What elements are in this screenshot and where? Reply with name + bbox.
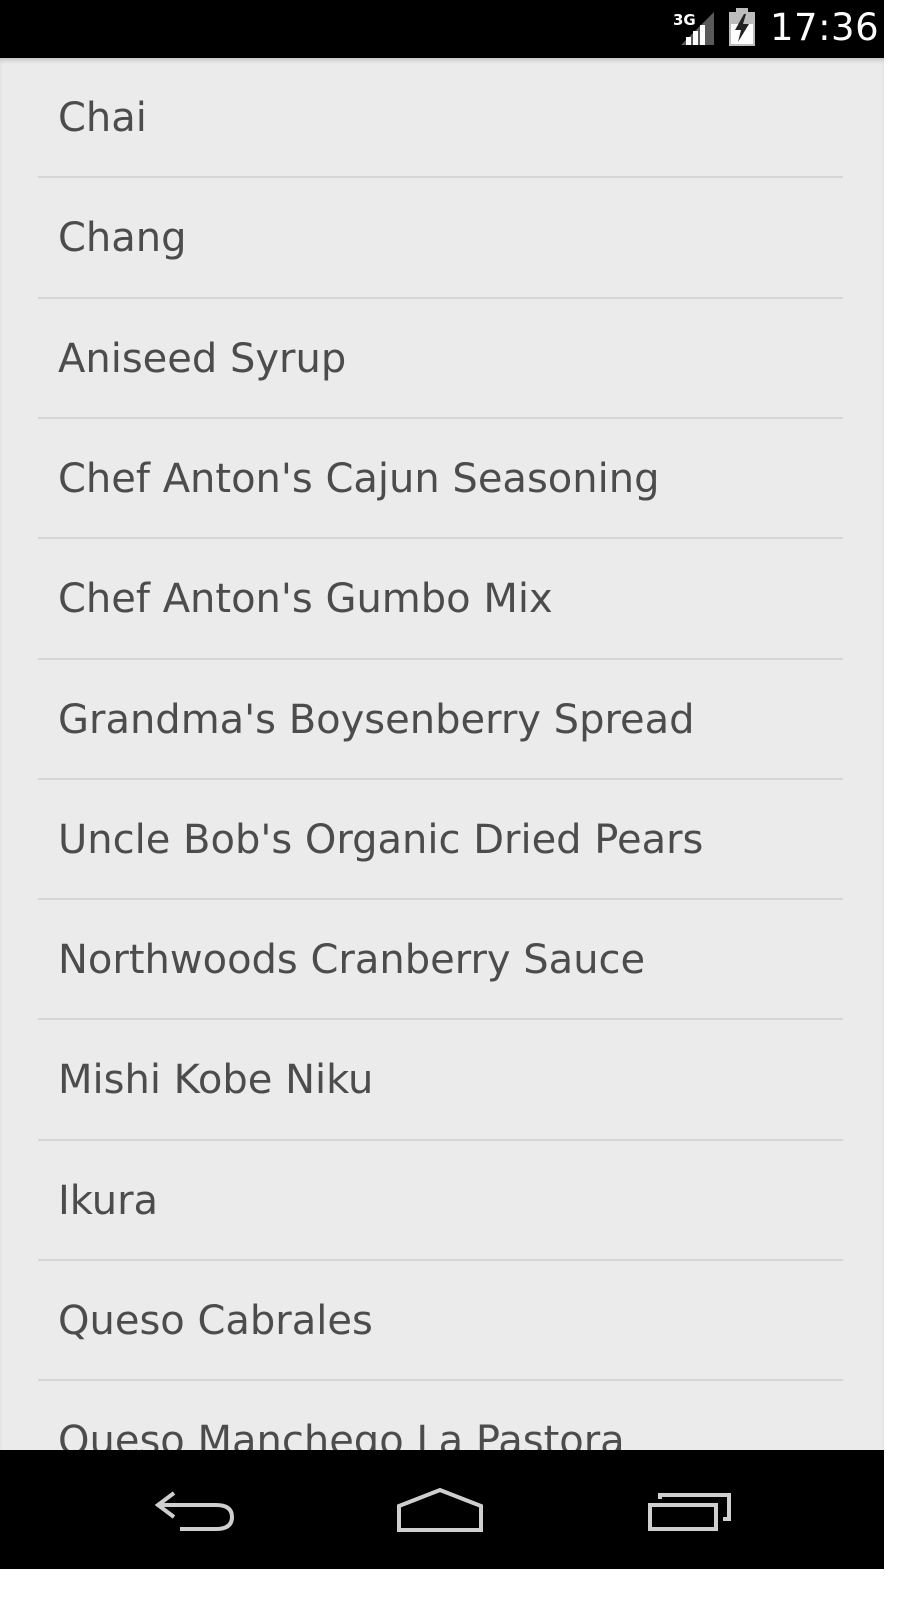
status-bar: 3G 17:36	[0, 0, 884, 58]
list-item-label: Chang	[58, 215, 187, 262]
navigation-bar	[0, 1450, 884, 1569]
list-item-label: Queso Manchego La Pastora	[58, 1418, 625, 1450]
home-button[interactable]	[340, 1450, 540, 1569]
network-type-label: 3G	[673, 11, 696, 29]
product-list[interactable]: Chai Chang Aniseed Syrup Chef Anton's Cajun…	[0, 58, 884, 1450]
list-item-label: Chef Anton's Gumbo Mix	[58, 576, 553, 623]
list-item[interactable]: Aniseed Syrup	[0, 299, 884, 419]
home-icon	[397, 1487, 483, 1532]
list-item-label: Chef Anton's Cajun Seasoning	[58, 455, 660, 502]
list-item-label: Queso Cabrales	[58, 1298, 373, 1344]
list-item-label: Aniseed Syrup	[58, 335, 347, 382]
list-item[interactable]: Grandma's Boysenberry Spread	[0, 660, 884, 780]
list-item-label: Chai	[58, 95, 147, 141]
back-icon	[154, 1490, 235, 1531]
list-item[interactable]: Uncle Bob's Organic Dried Pears	[0, 780, 884, 900]
list-item-label: Grandma's Boysenberry Spread	[58, 696, 695, 743]
list-item[interactable]: Queso Cabrales	[0, 1261, 884, 1381]
signal-icon: 3G	[672, 8, 716, 46]
list-item-label: Uncle Bob's Organic Dried Pears	[58, 816, 704, 863]
list-item[interactable]: Ikura	[0, 1141, 884, 1261]
list-item[interactable]: Queso Manchego La Pastora	[0, 1381, 884, 1450]
list-item[interactable]: Mishi Kobe Niku	[0, 1020, 884, 1140]
list-item[interactable]: Chef Anton's Cajun Seasoning	[0, 419, 884, 539]
device-screen: 3G 17:36 Chai Chang Aniseed Syrup Chef Anto…	[0, 0, 884, 1569]
status-time: 17:36	[770, 6, 880, 49]
list-item-label: Ikura	[58, 1177, 159, 1224]
recent-apps-button[interactable]	[590, 1450, 790, 1569]
list-item[interactable]: Chai	[0, 58, 884, 178]
list-item[interactable]: Northwoods Cranberry Sauce	[0, 900, 884, 1020]
list-item[interactable]: Chef Anton's Gumbo Mix	[0, 539, 884, 659]
recent-apps-icon	[648, 1492, 731, 1531]
list-item[interactable]: Chang	[0, 178, 884, 298]
battery-icon	[728, 8, 756, 46]
list-item-label: Northwoods Cranberry Sauce	[58, 937, 646, 984]
list-item-label: Mishi Kobe Niku	[58, 1057, 374, 1104]
back-button[interactable]	[94, 1450, 294, 1569]
frame-edge	[884, 0, 900, 1597]
